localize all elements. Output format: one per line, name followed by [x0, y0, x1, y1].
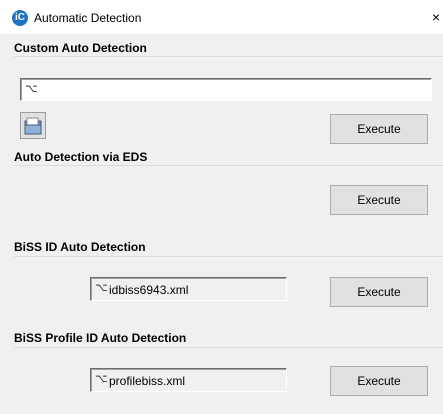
file-placeholder-icon: ⌥	[95, 373, 108, 385]
execute-button-custom[interactable]: Execute	[330, 114, 428, 144]
file-placeholder-icon: ⌥	[95, 282, 108, 294]
execute-button-biss-id[interactable]: Execute	[330, 277, 428, 307]
window-title: Automatic Detection	[34, 11, 142, 25]
open-folder-icon	[24, 117, 42, 135]
section-title-custom: Custom Auto Detection	[14, 41, 147, 55]
file-placeholder-icon: ⌥	[25, 83, 38, 95]
biss-id-file-field[interactable]: ⌥ idbiss6943.xml	[90, 277, 287, 301]
section-title-biss-profile: BiSS Profile ID Auto Detection	[14, 331, 187, 345]
biss-profile-file-field[interactable]: ⌥ profilebiss.xml	[90, 368, 287, 392]
divider	[14, 56, 443, 57]
execute-button-biss-profile[interactable]: Execute	[330, 366, 428, 396]
divider	[14, 256, 443, 257]
title-bar: iC Automatic Detection ×	[0, 0, 443, 34]
section-title-eds: Auto Detection via EDS	[14, 150, 148, 164]
divider	[14, 165, 443, 166]
biss-id-file-value: idbiss6943.xml	[109, 283, 189, 297]
execute-button-eds[interactable]: Execute	[330, 185, 428, 215]
close-icon[interactable]: ×	[432, 9, 440, 25]
ic-logo-icon: iC	[12, 10, 28, 26]
custom-detection-input[interactable]: ⌥	[20, 78, 432, 101]
divider	[14, 347, 443, 348]
section-title-biss-id: BiSS ID Auto Detection	[14, 240, 146, 254]
biss-profile-file-value: profilebiss.xml	[109, 374, 186, 388]
open-folder-button[interactable]	[20, 112, 46, 139]
